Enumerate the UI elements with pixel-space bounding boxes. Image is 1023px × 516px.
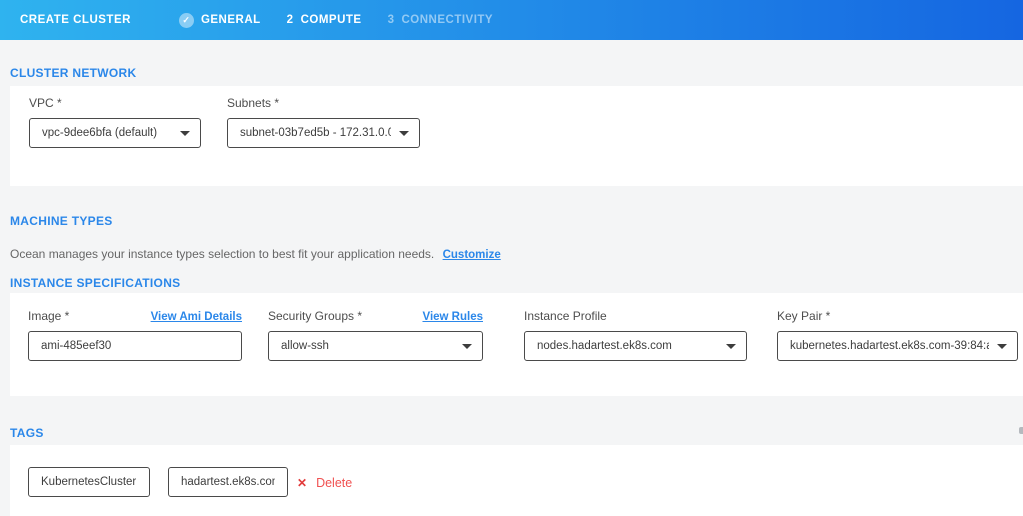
key-pair-label: Key Pair *	[777, 309, 830, 323]
image-label: Image *	[28, 309, 69, 323]
key-pair-select-value: kubernetes.hadartest.ek8s.com-39:84:a5:9…	[790, 340, 989, 352]
view-rules-link[interactable]: View Rules	[422, 311, 483, 323]
instance-specifications-heading: INSTANCE SPECIFICATIONS	[10, 276, 180, 290]
instance-profile-label: Instance Profile	[524, 309, 607, 323]
vpc-select[interactable]: vpc-9dee6bfa (default)	[29, 118, 201, 148]
tab-connectivity-number: 3	[388, 14, 395, 26]
customize-link[interactable]: Customize	[443, 249, 501, 261]
chevron-down-icon	[462, 344, 472, 349]
tags-heading: TAGS	[10, 426, 44, 440]
security-groups-select[interactable]: allow-ssh	[268, 331, 483, 361]
subnets-select[interactable]: subnet-03b7ed5b - 172.31.0.0/20 ...	[227, 118, 420, 148]
chevron-down-icon	[180, 131, 190, 136]
tab-compute[interactable]: 2 COMPUTE	[287, 14, 362, 26]
tab-compute-label: COMPUTE	[301, 14, 362, 26]
cluster-network-heading: CLUSTER NETWORK	[10, 66, 137, 80]
tags-card: ✕ Delete	[10, 445, 1023, 516]
tab-connectivity[interactable]: 3 CONNECTIVITY	[388, 14, 494, 26]
vpc-label: VPC *	[29, 96, 62, 110]
instance-profile-select[interactable]: nodes.hadartest.ek8s.com	[524, 331, 747, 361]
cut-off-edge-icon	[1019, 427, 1023, 434]
tab-connectivity-label: CONNECTIVITY	[401, 14, 493, 26]
instance-profile-select-value: nodes.hadartest.ek8s.com	[537, 340, 672, 352]
check-icon: ✓	[179, 13, 194, 28]
subnets-select-value: subnet-03b7ed5b - 172.31.0.0/20 ...	[240, 127, 391, 139]
view-ami-details-link[interactable]: View Ami Details	[151, 311, 242, 323]
security-groups-label: Security Groups *	[268, 309, 362, 323]
tab-general-label: GENERAL	[201, 14, 261, 26]
machine-types-description: Ocean manages your instance types select…	[10, 247, 501, 261]
tag-key-input[interactable]	[28, 467, 150, 497]
delete-x-icon: ✕	[297, 477, 307, 489]
delete-tag-label: Delete	[316, 476, 352, 490]
tab-compute-number: 2	[287, 14, 294, 26]
page-title: CREATE CLUSTER	[20, 14, 131, 26]
chevron-down-icon	[399, 131, 409, 136]
chevron-down-icon	[997, 344, 1007, 349]
wizard-header: CREATE CLUSTER ✓ GENERAL 2 COMPUTE 3 CON…	[0, 0, 1023, 40]
subnets-label: Subnets *	[227, 96, 279, 110]
image-input[interactable]	[28, 331, 242, 361]
instance-specifications-card: Image * View Ami Details Security Groups…	[10, 293, 1023, 396]
vpc-select-value: vpc-9dee6bfa (default)	[42, 127, 157, 139]
tab-general[interactable]: ✓ GENERAL	[179, 13, 261, 28]
delete-tag-button[interactable]: ✕ Delete	[297, 467, 352, 498]
chevron-down-icon	[726, 344, 736, 349]
tag-value-input[interactable]	[168, 467, 288, 497]
key-pair-select[interactable]: kubernetes.hadartest.ek8s.com-39:84:a5:9…	[777, 331, 1018, 361]
cluster-network-card: VPC * vpc-9dee6bfa (default) Subnets * s…	[10, 86, 1023, 186]
wizard-steps: ✓ GENERAL 2 COMPUTE 3 CONNECTIVITY	[153, 13, 493, 28]
machine-types-description-text: Ocean manages your instance types select…	[10, 247, 434, 261]
machine-types-heading: MACHINE TYPES	[10, 214, 113, 228]
security-groups-select-value: allow-ssh	[281, 340, 329, 352]
